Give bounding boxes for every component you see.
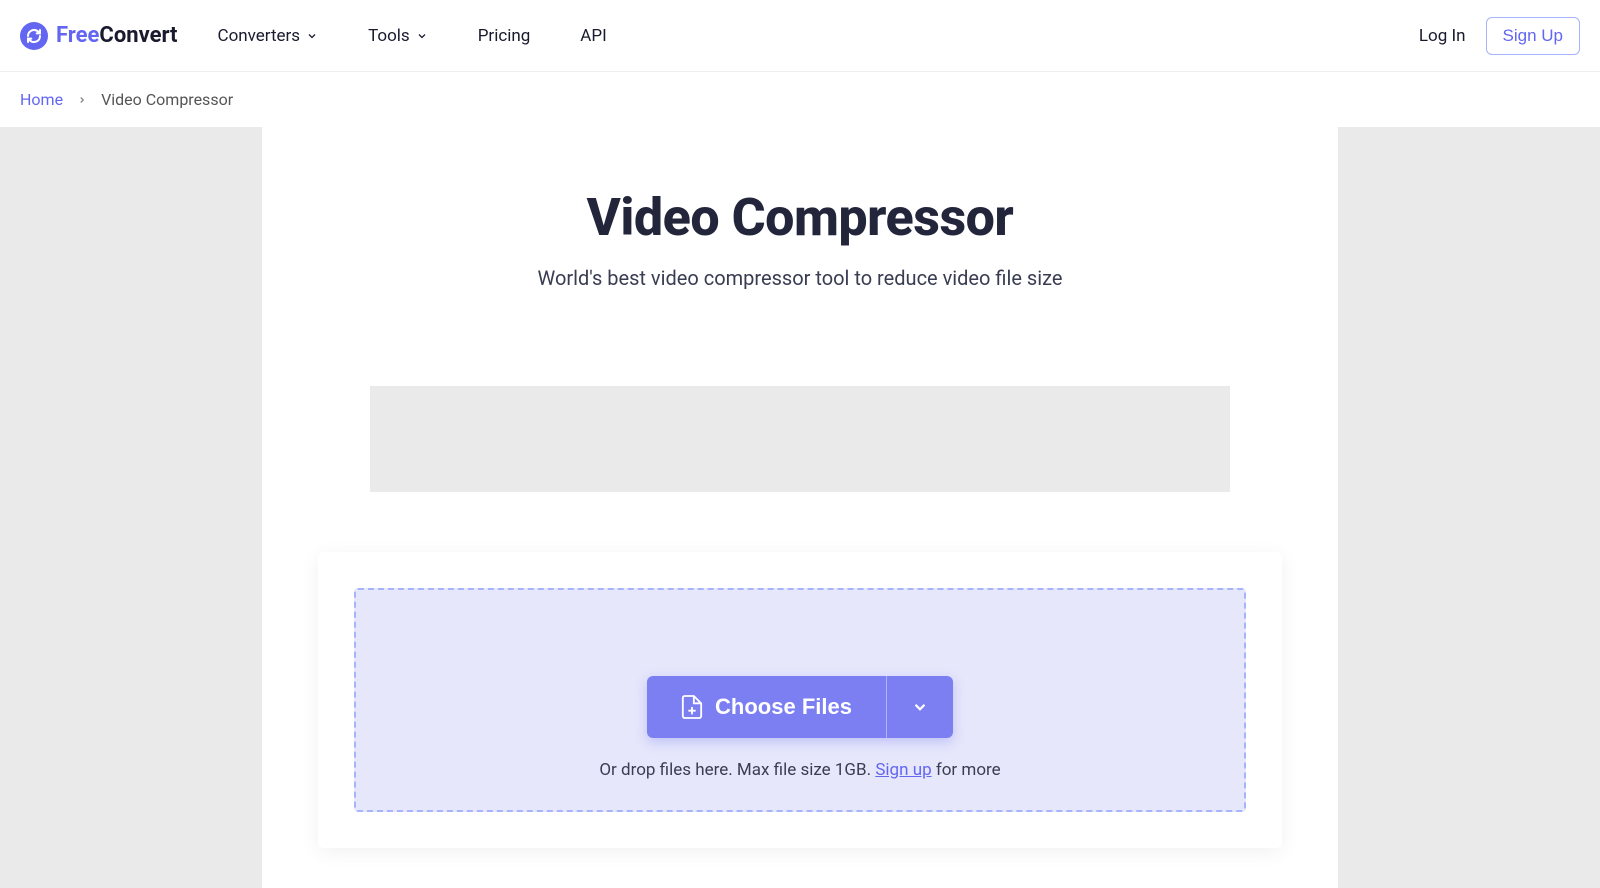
nav-pricing-label: Pricing <box>478 26 531 46</box>
breadcrumb-current: Video Compressor <box>101 90 233 109</box>
nav-api[interactable]: API <box>580 26 606 46</box>
nav-pricing[interactable]: Pricing <box>478 26 531 46</box>
logo-icon <box>20 22 48 50</box>
chevron-right-icon <box>77 95 87 105</box>
choose-files-dropdown[interactable] <box>886 676 953 738</box>
signup-link-inline[interactable]: Sign up <box>875 760 931 780</box>
file-add-icon <box>681 694 703 720</box>
login-link[interactable]: Log In <box>1419 26 1466 46</box>
chevron-down-icon <box>911 698 929 716</box>
main-nav: Converters Tools Pricing API <box>218 26 1419 46</box>
drop-text-suffix: for more <box>932 760 1001 780</box>
auth-section: Log In Sign Up <box>1419 17 1580 55</box>
choose-files-group: Choose Files <box>647 676 953 738</box>
page-background: Video Compressor World's best video comp… <box>0 127 1600 888</box>
nav-tools-label: Tools <box>368 26 410 46</box>
page-title: Video Compressor <box>262 187 1338 248</box>
breadcrumb: Home Video Compressor <box>0 72 1600 127</box>
header: FreeConvert Converters Tools Pricing API… <box>0 0 1600 72</box>
drop-text-prefix: Or drop files here. Max file size 1GB. <box>599 760 875 780</box>
dropzone[interactable]: Choose Files Or drop files here. Max fil… <box>354 588 1246 812</box>
chevron-down-icon <box>306 30 318 42</box>
choose-files-button[interactable]: Choose Files <box>647 676 886 738</box>
logo[interactable]: FreeConvert <box>20 22 178 50</box>
logo-text: FreeConvert <box>56 23 178 48</box>
nav-tools[interactable]: Tools <box>368 26 428 46</box>
upload-card: Choose Files Or drop files here. Max fil… <box>318 552 1282 848</box>
page-subtitle: World's best video compressor tool to re… <box>262 266 1338 290</box>
nav-api-label: API <box>580 26 606 46</box>
ad-placeholder <box>370 386 1230 492</box>
content-card: Video Compressor World's best video comp… <box>262 127 1338 888</box>
drop-text: Or drop files here. Max file size 1GB. S… <box>376 760 1224 780</box>
choose-files-label: Choose Files <box>715 694 852 720</box>
nav-converters-label: Converters <box>218 26 301 46</box>
chevron-down-icon <box>416 30 428 42</box>
breadcrumb-home[interactable]: Home <box>20 90 63 109</box>
signup-button[interactable]: Sign Up <box>1486 17 1580 55</box>
nav-converters[interactable]: Converters <box>218 26 319 46</box>
